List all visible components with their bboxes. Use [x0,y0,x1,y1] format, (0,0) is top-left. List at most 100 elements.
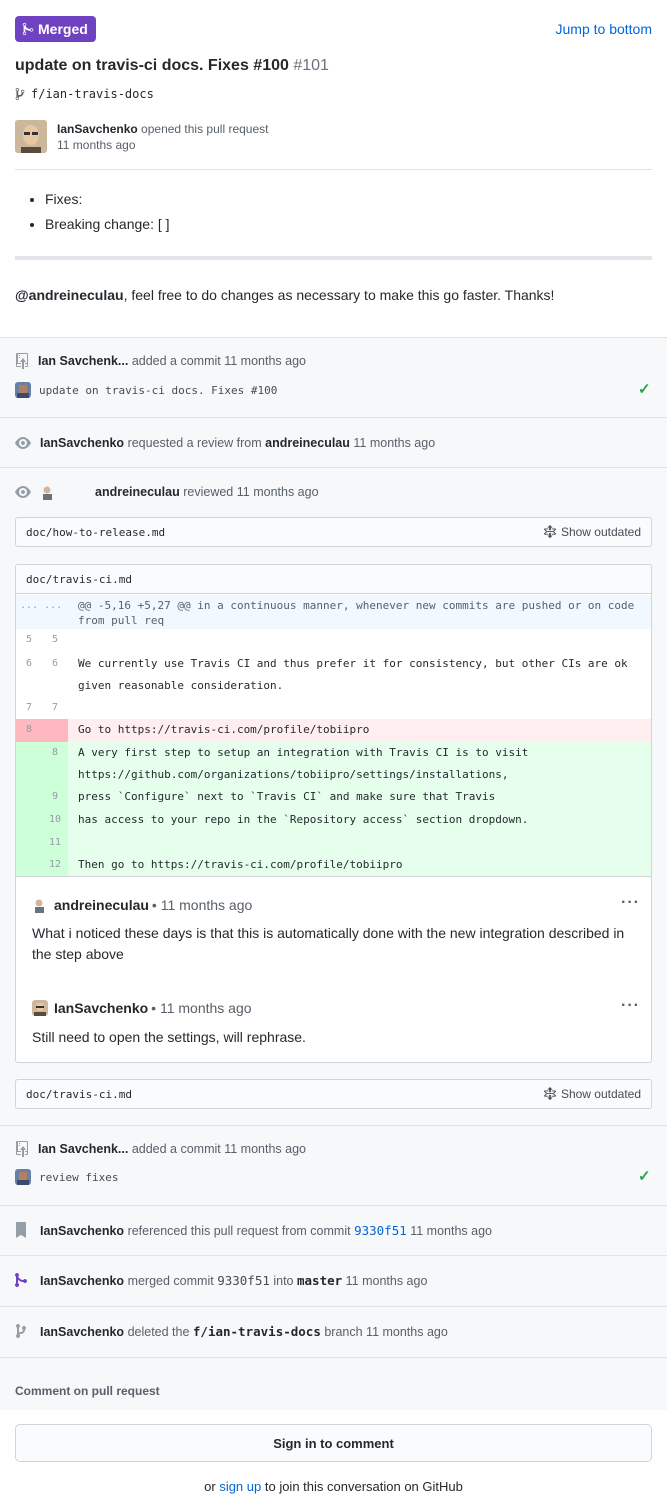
merged-label: Merged [38,21,88,37]
old-line-number[interactable]: 7 [16,697,42,719]
signup-prefix: or [204,1479,216,1494]
avatar[interactable] [32,1000,48,1016]
avatar[interactable] [15,1169,31,1185]
commit-sha[interactable]: 9330f51 [217,1273,270,1288]
file-name[interactable]: doc/how-to-release.md [26,526,165,539]
old-line-number[interactable]: 5 [16,629,42,651]
new-line-number[interactable]: 9 [42,786,68,808]
avatar[interactable] [15,382,31,398]
commit-message[interactable]: update on travis-ci docs. Fixes #100 [39,384,277,397]
show-outdated-button[interactable]: Show outdated [543,525,641,539]
commit-event: Ian Savchenk... added a commit 11 months… [15,1141,306,1157]
event-time[interactable]: 11 months ago [353,436,435,450]
file-name[interactable]: doc/travis-ci.md [26,1088,132,1101]
commit-message[interactable]: review fixes [39,1171,118,1184]
new-line-number[interactable]: 12 [42,854,68,876]
comment-time[interactable]: • 11 months ago [152,897,252,913]
code-text: Go to https://travis-ci.com/profile/tobi… [78,723,370,736]
avatar[interactable] [32,897,48,913]
review-request-text: IanSavchenko requested a review from and… [40,436,435,450]
deleted-text: IanSavchenko deleted the f/ian-travis-do… [40,1324,448,1339]
divider [0,1306,667,1307]
divider [0,467,667,468]
file-header: doc/how-to-release.md Show outdated [15,517,652,547]
event-time[interactable]: 11 months ago [410,1224,492,1238]
event-action: merged commit [127,1273,214,1288]
event-action: requested a review from [127,436,262,450]
signup-line: or sign up to join this conversation on … [0,1479,667,1494]
deleted-branch-name: f/ian-travis-docs [192,1323,321,1339]
comment-time[interactable]: • 11 months ago [151,1000,251,1016]
new-line-number[interactable]: 8 [42,742,68,764]
branch-name[interactable]: f/ian-travis-docs [31,87,154,101]
file-header: doc/travis-ci.md Show outdated [15,1079,652,1109]
event-time[interactable]: 11 months ago [366,1325,448,1339]
old-line-number[interactable]: 8 [16,719,42,741]
avatar[interactable] [15,120,47,153]
event-into: into [273,1273,294,1288]
event-time[interactable]: 11 months ago [224,354,306,368]
event-action: referenced this pull request from commit [127,1223,351,1238]
check-icon[interactable]: ✓ [638,380,651,398]
branch-row: f/ian-travis-docs [15,87,154,101]
check-icon[interactable]: ✓ [638,1167,651,1185]
diff-line: 6 6 We currently use Travis CI and thus pr… [16,653,651,697]
event-user[interactable]: Ian Savchenk... [38,354,128,368]
event-user[interactable]: andreineculau [95,485,180,499]
comment-header: IanSavchenko • 11 months ago [32,1000,252,1016]
reviewed-event: andreineculau reviewed 11 months ago [15,484,319,500]
target-branch[interactable]: master [297,1273,342,1288]
avatar[interactable] [40,484,56,500]
event-user[interactable]: IanSavchenko [40,1274,124,1288]
sign-in-button[interactable]: Sign in to comment [15,1424,652,1462]
reviewer-user[interactable]: andreineculau [265,436,350,450]
mention-link[interactable]: @andreineculau [15,287,124,303]
reviewed-text: andreineculau reviewed 11 months ago [95,485,319,499]
file-name[interactable]: doc/travis-ci.md [26,573,132,586]
divider [0,1357,667,1358]
divider [0,417,667,418]
branch-icon [16,1324,26,1338]
event-user[interactable]: IanSavchenko [40,1224,124,1238]
comment-author[interactable]: IanSavchenko [54,1000,148,1016]
commit-row: update on travis-ci docs. Fixes #100 [15,382,277,398]
event-user[interactable]: IanSavchenko [40,436,124,450]
eye-icon [15,486,31,498]
new-line-number[interactable]: 6 [42,653,68,675]
pr-number: #101 [293,57,329,74]
new-line-number[interactable]: 10 [42,809,68,831]
hunk-text: @@ -5,16 +5,27 @@ in a continuous manner… [78,599,641,627]
opener-user[interactable]: IanSavchenko [57,122,138,136]
pr-body-list: Fixes: Breaking change: [ ] [45,187,170,237]
comment-header: andreineculau • 11 months ago [32,897,252,913]
commit-event-text: Ian Savchenk... added a commit 11 months… [38,354,306,368]
more-options-icon[interactable]: ··· [621,894,640,912]
show-outdated-button[interactable]: Show outdated [543,1087,641,1101]
sign-up-link[interactable]: sign up [219,1479,261,1494]
event-user[interactable]: Ian Savchenk... [38,1142,128,1156]
pr-title-text: update on travis-ci docs. Fixes #100 [15,57,289,74]
event-time[interactable]: 11 months ago [346,1274,428,1288]
jump-to-bottom-link[interactable]: Jump to bottom [556,21,653,37]
pr-title: update on travis-ci docs. Fixes #100 #10… [15,57,329,75]
branch-deleted-event: IanSavchenko deleted the f/ian-travis-do… [15,1323,448,1339]
commit-sha-link[interactable]: 9330f51 [354,1223,407,1238]
event-action: deleted the [127,1324,190,1339]
diff-line-added: 10 has access to your repo in the `Reposi… [16,809,651,832]
unfold-icon [543,1087,557,1101]
new-line-number[interactable]: 5 [42,629,68,651]
comment-author[interactable]: andreineculau [54,897,149,913]
old-line-number[interactable]: 6 [16,653,42,675]
divider [15,169,652,170]
event-action: added a commit [131,354,221,368]
event-user[interactable]: IanSavchenko [40,1325,124,1339]
event-time[interactable]: 11 months ago [224,1142,306,1156]
commit-event: Ian Savchenk... added a commit 11 months… [15,353,306,369]
code-text: has access to your repo in the `Reposito… [78,813,529,826]
more-options-icon[interactable]: ··· [621,997,640,1015]
new-line-number[interactable]: 7 [42,697,68,719]
pr-body-text: @andreineculau, feel free to do changes … [15,287,554,303]
new-line-number[interactable]: 11 [42,832,68,854]
hunk-gutter: ... ... [20,600,63,611]
event-time[interactable]: 11 months ago [237,485,319,499]
